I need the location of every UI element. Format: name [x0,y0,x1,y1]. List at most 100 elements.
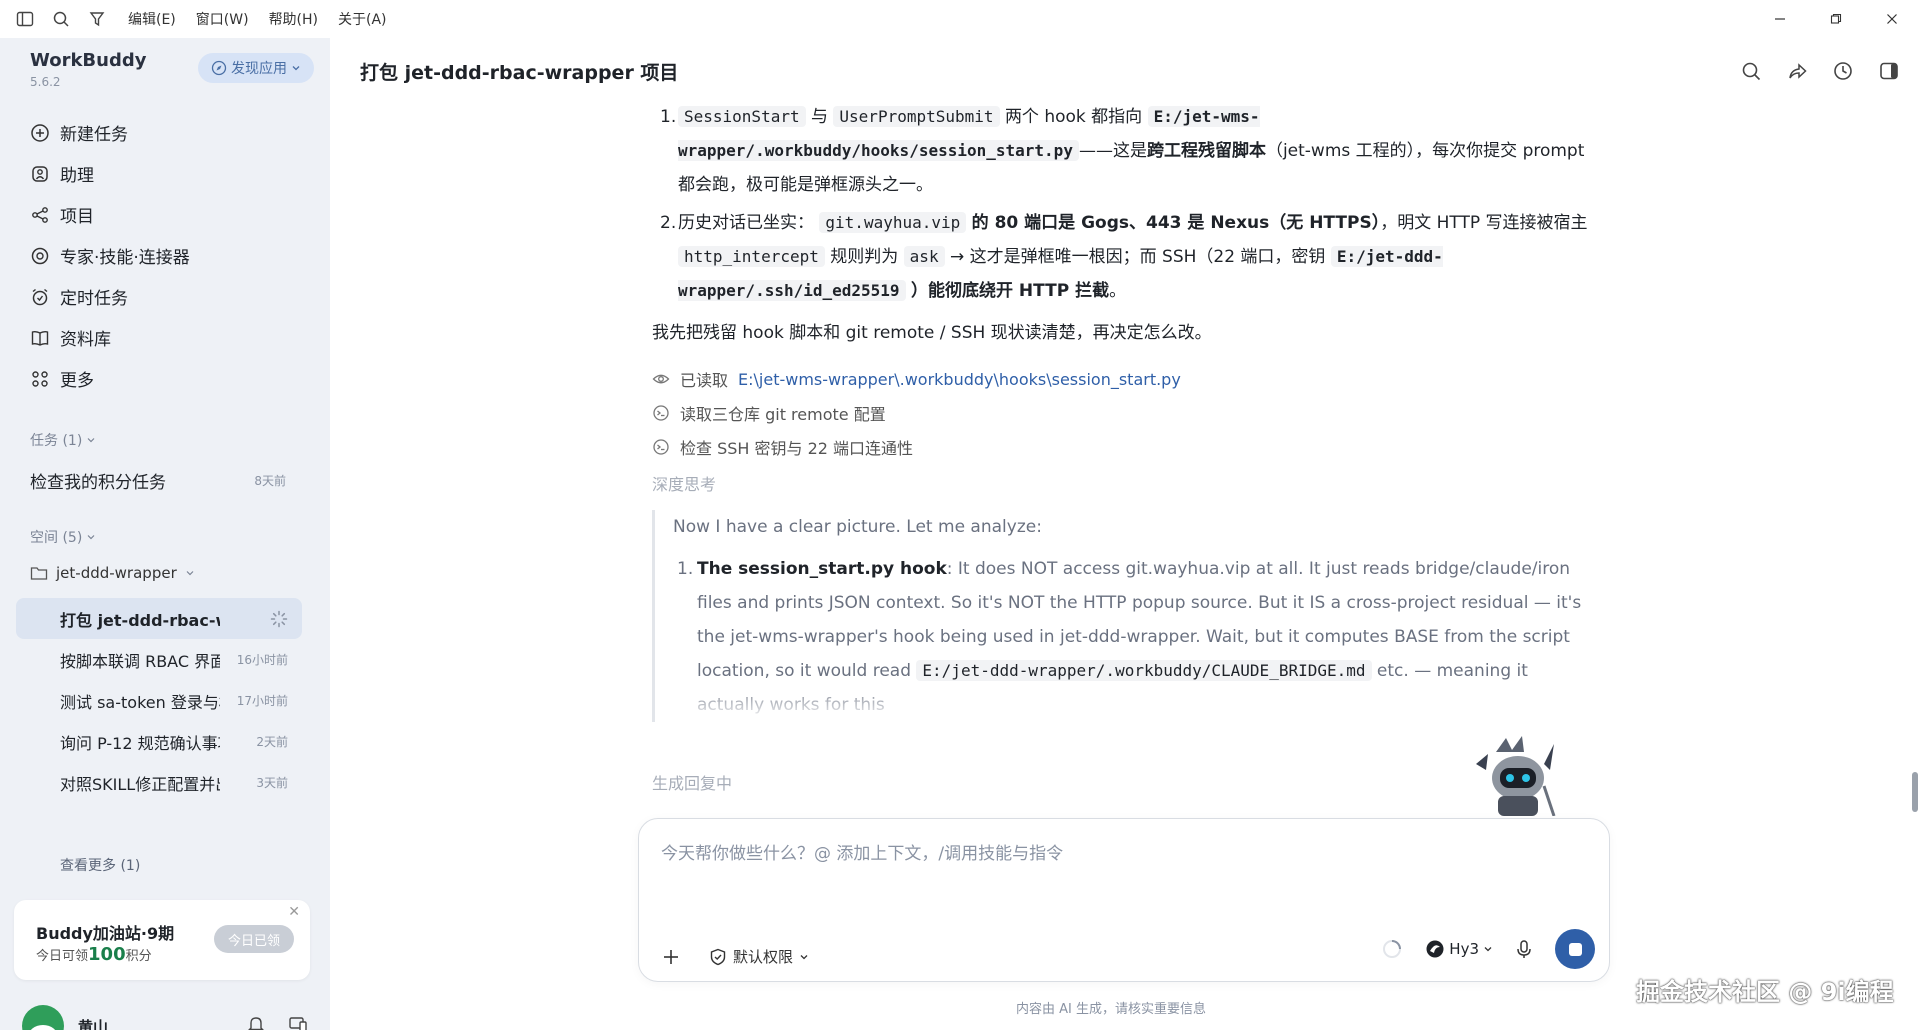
nav-label: 定时任务 [60,289,128,309]
scrollbar-thumb[interactable] [1912,772,1918,812]
nav-label: 专家·技能·连接器 [60,248,190,268]
menu-help[interactable]: 帮助(H) [269,9,318,29]
mascot-robot-image [1476,736,1556,816]
close-window-button[interactable] [1864,0,1920,38]
space-folder[interactable]: jet-ddd-wrapper [30,564,195,582]
file-link[interactable]: E:\jet-wms-wrapper\.workbuddy\hooks\sess… [738,370,1181,389]
conversation-name: 按脚本联调 RBAC 界面 [60,651,220,671]
nav-label: 新建任务 [60,125,128,145]
restore-button[interactable] [1808,0,1864,38]
bold-text: ）能彻底绕开 HTTP 拦截 [910,281,1110,301]
alarm-clock-icon [32,288,48,305]
chevron-down-icon [87,438,95,443]
stop-generation-button[interactable] [1555,929,1595,969]
conversation-item[interactable]: 询问 P-12 规范确认事项 2天前 [16,721,302,762]
nav-new-task[interactable]: 新建任务 [24,112,314,153]
conversation-name: 测试 sa-token 登录与权限 [60,692,220,712]
model-selector[interactable]: Hy3 [1425,939,1493,959]
see-more-link[interactable]: 查看更多 (1) [60,855,140,875]
conversation-time: 3天前 [256,776,288,790]
spaces-section-toggle[interactable]: 空间 (5) [30,527,96,547]
message-paragraph: 我先把残留 hook 脚本和 git remote / SSH 现状读清楚，再决… [652,323,1212,343]
conversation-item[interactable]: 按脚本联调 RBAC 界面 16小时前 [16,639,302,680]
conversation-time: 16小时前 [236,653,288,667]
task-name: 检查我的积分任务 [30,473,166,493]
list-number: 1. [677,559,694,579]
folder-icon [30,567,48,580]
nav-more[interactable]: 更多 [24,358,314,399]
thinking-block: Now I have a clear picture. Let me analy… [652,510,1582,722]
tasks-section-label: 任务 (1) [30,433,83,449]
tool-step[interactable]: 读取三仓库 git remote 配置 [652,396,1592,430]
minimize-button[interactable] [1752,0,1808,38]
panel-toggle-icon[interactable] [1878,60,1900,82]
nav-assistant[interactable]: 助理 [24,153,314,194]
task-item[interactable]: 检查我的积分任务 8天前 [30,468,286,493]
title-bar: 编辑(E) 窗口(W) 帮助(H) 关于(A) [0,0,1920,38]
step-label: 检查 SSH 密钥与 22 端口连通性 [680,439,914,458]
search-icon[interactable] [1740,60,1762,82]
task-time: 8天前 [254,474,286,488]
page-title: 打包 jet-ddd-rbac-wrapper 项目 [360,62,679,84]
nav-project[interactable]: 项目 [24,194,314,235]
bold-text: 跨工程残留脚本 [1146,141,1266,161]
tool-step[interactable]: 已读取 E:\jet-wms-wrapper\.workbuddy\hooks\… [652,362,1592,396]
text-span: 与 [811,107,828,127]
text-span: 。 [1109,281,1127,301]
conversation-name: 询问 P-12 规范确认事项 [60,733,220,753]
promo-claim-button[interactable]: 今日已领 [214,925,294,953]
history-icon[interactable] [1832,60,1854,82]
conversation-item-active[interactable]: 打包 jet-ddd-rbac-wrapper 项目 [16,598,302,639]
promo-sub-prefix: 今日可领 [36,949,89,964]
nav-library[interactable]: 资料库 [24,317,314,358]
main-nav: 新建任务 助理 项目 专家·技能·连接器 定时任务 资料库 更多 [24,112,314,399]
conversation-item[interactable]: 测试 sa-token 登录与权限 17小时前 [16,680,302,721]
promo-title: Buddy加油站·9期 [36,924,175,943]
device-icon[interactable] [288,1014,308,1030]
tool-step[interactable]: 检查 SSH 密钥与 22 端口连通性 [652,430,1592,464]
app-name: WorkBuddy [30,50,147,71]
deep-thinking-label[interactable]: 深度思考 [652,470,1592,500]
avatar[interactable] [22,1005,64,1030]
tasks-section-toggle[interactable]: 任务 (1) [30,430,96,450]
microphone-icon[interactable] [1515,939,1533,959]
menu-about[interactable]: 关于(A) [338,9,387,29]
menu-edit[interactable]: 编辑(E) [128,9,176,29]
conversation-item[interactable]: 对照SKILL修正配置并出 3天前 [16,762,302,803]
bold-text: The session_start.py hook [697,559,947,579]
analysis-list: 1. SessionStart 与 UserPromptSubmit 两个 ho… [652,100,1592,308]
chevron-down-icon [87,535,95,540]
discover-apps-button[interactable]: 发现应用 [198,53,314,83]
loading-circle-icon [1383,940,1402,958]
promo-subtitle: 今日可领100积分 [36,944,152,965]
conversation-name: 打包 jet-ddd-rbac-wrapper 项目 [60,610,220,630]
nav-label: 助理 [60,166,94,186]
promo-sub-suffix: 积分 [125,949,152,964]
nav-label: 项目 [60,207,94,227]
chevron-down-icon [800,954,808,959]
stop-icon [1568,942,1582,956]
bell-icon[interactable] [246,1014,266,1030]
filter-icon[interactable] [86,8,108,30]
terminal-icon [653,405,669,421]
bold-text: 的 80 端口是 Gogs、443 是 Nexus（无 HTTPS） [971,213,1381,233]
promo-card: Buddy加油站·9期 今日可领100积分 今日已领 ✕ [14,900,310,980]
app-version: 5.6.2 [30,75,61,89]
nav-experts[interactable]: 专家·技能·连接器 [24,235,314,276]
sidebar-toggle-icon[interactable] [14,8,36,30]
permission-selector[interactable]: 默认权限 [709,946,809,967]
list-number: 2. [660,213,677,233]
watermark-text: 掘金技术社区 @ 9i编程 [1636,978,1894,1006]
search-icon[interactable] [50,8,72,30]
message-content: 1. SessionStart 与 UserPromptSubmit 两个 ho… [652,100,1592,722]
inline-code: ask [903,246,945,267]
nav-scheduled-tasks[interactable]: 定时任务 [24,276,314,317]
thinking-intro: Now I have a clear picture. Let me analy… [673,517,1042,537]
chat-input[interactable]: 今天帮你做些什么？@ 添加上下文，/调用技能与指令 [661,839,1063,864]
menu-window[interactable]: 窗口(W) [196,9,249,29]
close-icon[interactable]: ✕ [288,904,300,920]
add-attachment-icon[interactable] [661,947,681,967]
chevron-down-icon [186,571,194,576]
space-conversation-list: 打包 jet-ddd-rbac-wrapper 项目 按脚本联调 RBAC 界面… [16,598,302,803]
share-icon[interactable] [1786,60,1808,82]
